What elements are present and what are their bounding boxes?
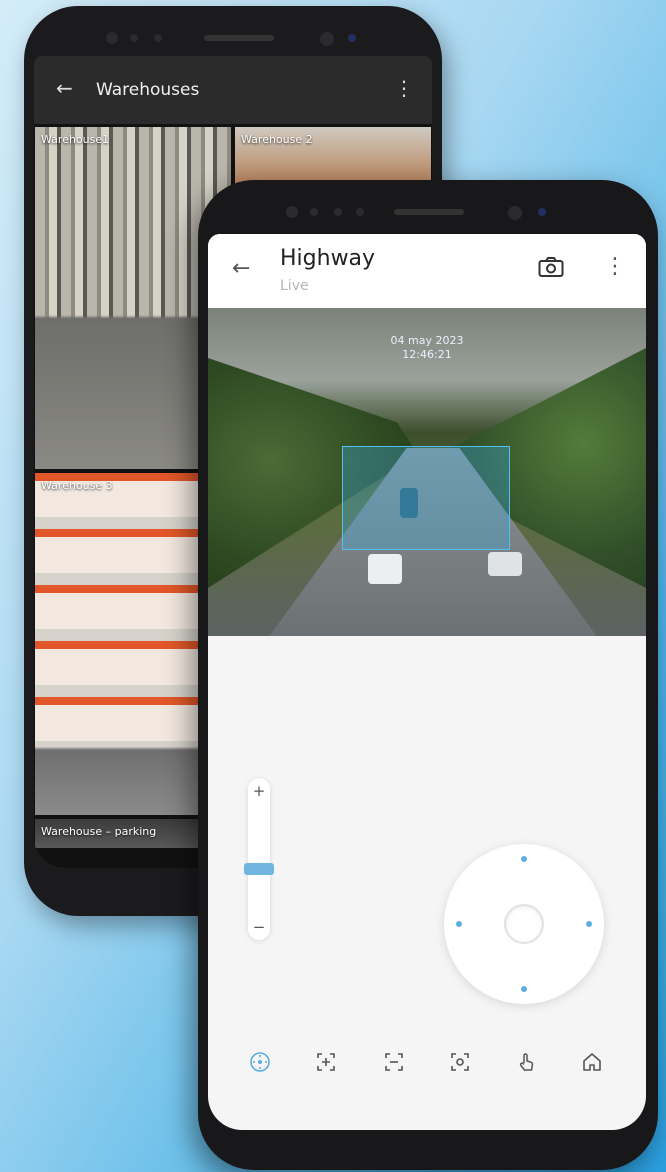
joystick-down-dot[interactable]: [521, 986, 527, 992]
tile-label: Warehouse – parking: [41, 825, 157, 838]
tile-label: Warehouse 2: [241, 133, 313, 146]
joystick-up-dot[interactable]: [521, 856, 527, 862]
zoom-slider[interactable]: + −: [244, 778, 274, 940]
video-timestamp: 04 may 2023 12:46:21: [208, 334, 646, 362]
page-title: Warehouses: [96, 80, 200, 100]
joystick-right-dot[interactable]: [586, 921, 592, 927]
tile-label: Warehouse 3: [41, 479, 113, 492]
video-time: 12:46:21: [402, 348, 452, 361]
warehouses-app-bar: ← Warehouses ⋮: [34, 56, 432, 124]
zoom-plus-icon[interactable]: +: [248, 782, 270, 800]
camera-snapshot-icon[interactable]: [538, 256, 564, 278]
back-phone-top-bar: [84, 26, 384, 52]
ptz-toolbar: [208, 1034, 646, 1090]
page-title: Highway: [280, 246, 376, 271]
zoom-minus-icon[interactable]: −: [248, 918, 270, 936]
focus-icon[interactable]: [446, 1048, 474, 1076]
more-vert-icon[interactable]: ⋮: [604, 254, 626, 279]
video-vehicle: [488, 552, 522, 576]
ptz-icon[interactable]: [246, 1048, 274, 1076]
joystick-handle[interactable]: [504, 904, 544, 944]
joystick-left-dot[interactable]: [456, 921, 462, 927]
back-arrow-icon[interactable]: ←: [232, 256, 250, 281]
highway-app-bar: ← Highway Live ⋮: [208, 234, 646, 308]
front-phone-top-bar: [258, 200, 578, 226]
zoom-in-icon[interactable]: [312, 1048, 340, 1076]
zoom-slider-thumb[interactable]: [244, 863, 274, 876]
video-date: 04 may 2023: [390, 334, 464, 347]
home-icon[interactable]: [578, 1048, 606, 1076]
live-status: Live: [280, 278, 309, 294]
front-phone: ← Highway Live ⋮ 04 may 2023 12:46:21 + …: [198, 180, 658, 1170]
ptz-joystick[interactable]: [444, 844, 604, 1004]
highway-screen: ← Highway Live ⋮ 04 may 2023 12:46:21 + …: [208, 234, 646, 1130]
zoom-out-icon[interactable]: [380, 1048, 408, 1076]
live-video-feed[interactable]: 04 may 2023 12:46:21: [208, 308, 646, 636]
detection-box[interactable]: [342, 446, 510, 550]
video-vehicle: [368, 554, 402, 584]
touch-icon[interactable]: [512, 1048, 540, 1076]
more-vert-icon[interactable]: ⋮: [394, 76, 414, 100]
back-arrow-icon[interactable]: ←: [56, 76, 73, 100]
tile-label: Warehouse1: [41, 133, 110, 146]
